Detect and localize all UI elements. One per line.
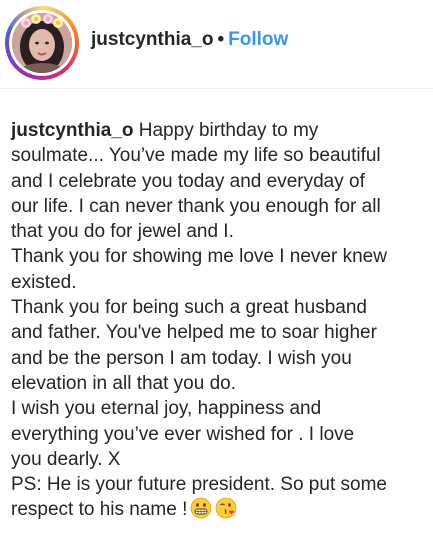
header-user-row: justcynthia_o • Follow <box>91 28 288 52</box>
caption-line: our life. I can never thank you enough f… <box>11 195 381 217</box>
separator-dot: • <box>217 29 225 50</box>
caption-line: that you do for jewel and I. <box>11 221 234 243</box>
caption-line: Thank you for being such a great husband <box>11 297 367 319</box>
caption-text: Happy birthday to my <box>138 120 319 141</box>
caption-username[interactable]: justcynthia_o <box>11 120 133 141</box>
caption-line: elevation in all that you do. <box>11 372 236 394</box>
caption-line: soulmate... You’ve made my life so beaut… <box>11 145 381 167</box>
caption-line: and father. You've helped me to soar hig… <box>11 322 377 344</box>
avatar-story-ring[interactable] <box>5 6 79 80</box>
post-caption: justcynthia_o Happy birthday to my soulm… <box>11 118 429 527</box>
caption-line: I wish you eternal joy, happiness and <box>11 398 322 420</box>
caption-line: you dearly. X <box>11 448 121 470</box>
caption-line: everything you’ve ever wished for . I lo… <box>11 423 355 445</box>
caption-line: existed. <box>11 271 77 293</box>
caption-line: Thank you for showing me love I never kn… <box>11 246 387 268</box>
caption-line: justcynthia_o Happy birthday to my <box>11 118 429 143</box>
avatar-image-icon <box>12 13 72 73</box>
follow-button[interactable]: Follow <box>228 29 288 50</box>
face-blowing-kiss-icon <box>215 497 237 526</box>
caption-line: respect to his name ! <box>11 497 429 526</box>
caption-text: respect to his name ! <box>11 499 188 521</box>
caption-line: and I celebrate you today and everyday o… <box>11 170 365 192</box>
header-username[interactable]: justcynthia_o <box>91 29 213 50</box>
avatar-photo <box>12 13 72 73</box>
post-header: justcynthia_o • Follow <box>0 0 433 89</box>
avatar[interactable] <box>9 10 75 76</box>
caption-line: and be the person I am today. I wish you <box>11 347 352 369</box>
grimacing-face-icon <box>190 497 212 526</box>
caption-line: PS: He is your future president. So put … <box>11 474 387 496</box>
